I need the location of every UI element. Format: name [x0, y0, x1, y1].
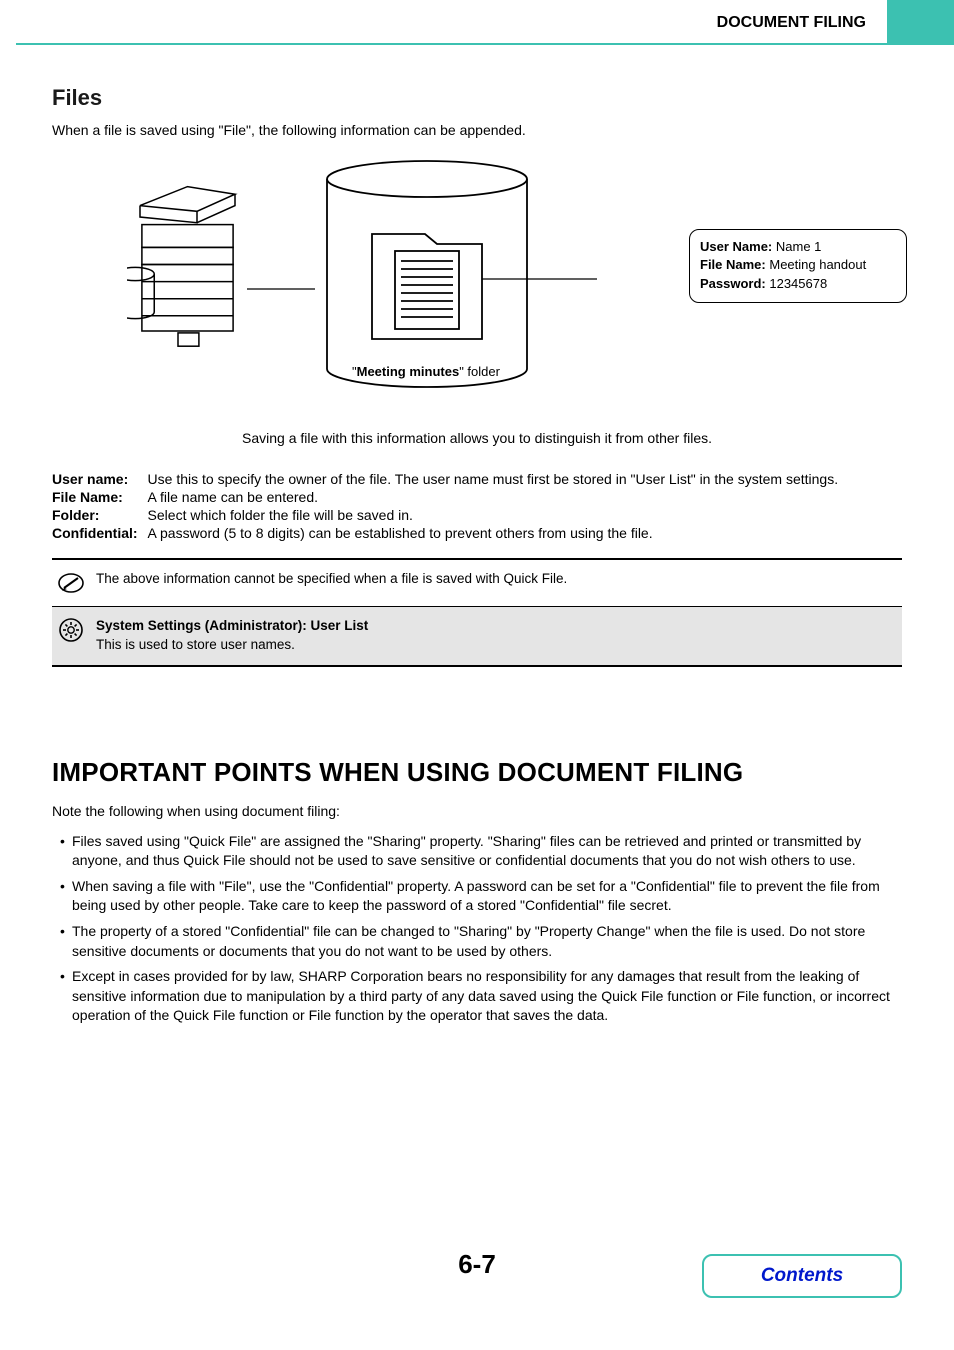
- list-item: Except in cases provided for by law, SHA…: [60, 967, 902, 1026]
- def-term: Confidential:: [52, 524, 148, 542]
- def-term: User name:: [52, 470, 148, 488]
- file-save-diagram: "Meeting minutes" folder User Name: Name…: [127, 159, 827, 419]
- folder-label: "Meeting minutes" folder: [352, 364, 500, 379]
- note-text: System Settings (Administrator): User Li…: [96, 617, 368, 655]
- header-accent: [887, 0, 954, 44]
- file-metadata-callout: User Name: Name 1 File Name: Meeting han…: [689, 229, 907, 304]
- storage-icon: [317, 159, 537, 399]
- gear-icon: [58, 617, 84, 643]
- def-term: File Name:: [52, 488, 148, 506]
- note-row: The above information cannot be specifie…: [52, 560, 902, 606]
- contents-button[interactable]: Contents: [702, 1254, 902, 1298]
- header-title: DOCUMENT FILING: [717, 14, 866, 32]
- notes-block: The above information cannot be specifie…: [52, 558, 902, 667]
- note-text: The above information cannot be specifie…: [96, 570, 567, 589]
- important-bullets: Files saved using "Quick File" are assig…: [60, 832, 902, 1026]
- header-rule: [16, 43, 954, 45]
- note-icon: [58, 570, 84, 596]
- definitions-table: User name:Use this to specify the owner …: [52, 470, 838, 542]
- def-term: Folder:: [52, 506, 148, 524]
- section-intro: When a file is saved using "File", the f…: [52, 121, 902, 141]
- def-desc: A file name can be entered.: [148, 488, 839, 506]
- list-item: Files saved using "Quick File" are assig…: [60, 832, 902, 871]
- note-row-admin: System Settings (Administrator): User Li…: [52, 606, 902, 665]
- section-heading-files: Files: [52, 85, 902, 111]
- list-item: When saving a file with "File", use the …: [60, 877, 902, 916]
- def-desc: Select which folder the file will be sav…: [148, 506, 839, 524]
- def-desc: A password (5 to 8 digits) can be establ…: [148, 524, 839, 542]
- list-item: The property of a stored "Confidential" …: [60, 922, 902, 961]
- section-heading-important: IMPORTANT POINTS WHEN USING DOCUMENT FIL…: [52, 757, 902, 788]
- def-desc: Use this to specify the owner of the fil…: [148, 470, 839, 488]
- important-intro: Note the following when using document f…: [52, 802, 902, 822]
- diagram-caption: Saving a file with this information allo…: [52, 429, 902, 449]
